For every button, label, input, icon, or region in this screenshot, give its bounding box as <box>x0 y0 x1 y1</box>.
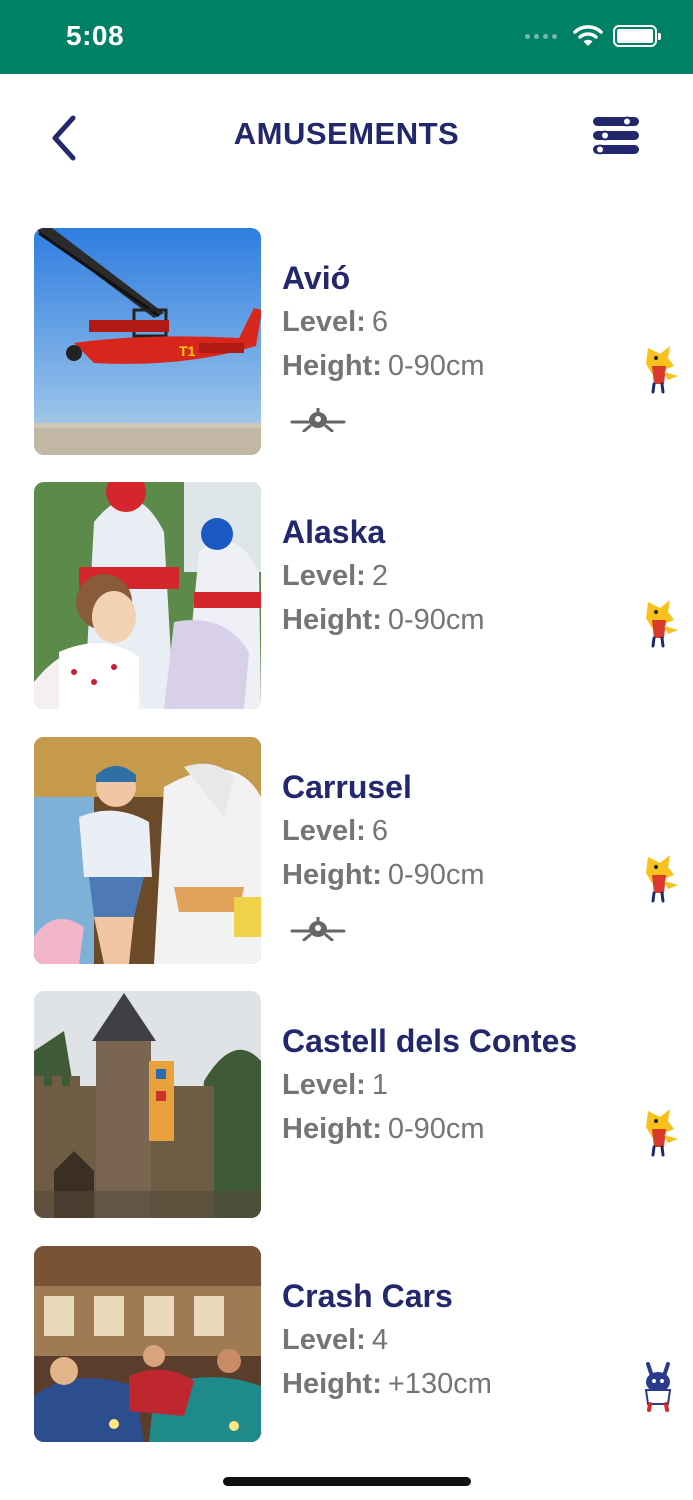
ride-photo <box>34 991 261 1218</box>
status-time: 5:08 <box>66 20 125 51</box>
ride-name: Carrusel <box>282 769 412 805</box>
yellow-mascot-icon <box>646 1109 678 1157</box>
yellow-mascot-icon <box>646 346 678 394</box>
ride-level: Level: 2 <box>282 560 388 592</box>
ride-height: Height: 0-90cm <box>282 604 485 636</box>
plane-icon <box>290 408 346 432</box>
list-item[interactable]: Castell dels Contes Level: 1 Height: 0-90c… <box>0 991 693 1219</box>
ride-height: Height: 0-90cm <box>282 859 485 891</box>
ride-height: Height: 0-90cm <box>282 350 485 382</box>
svg-text:T1: T1 <box>179 343 196 359</box>
battery-icon <box>613 25 661 47</box>
ride-level: Level: 1 <box>282 1069 388 1101</box>
wifi-icon <box>573 25 603 46</box>
ride-name: Crash Cars <box>282 1278 453 1314</box>
ride-level: Level: 6 <box>282 815 388 847</box>
list-item[interactable]: Carrusel Level: 6 Height: 0-90cm <box>0 737 693 965</box>
ride-name: Castell dels Contes <box>282 1023 578 1059</box>
yellow-mascot-icon <box>646 600 678 648</box>
yellow-mascot-icon <box>646 855 678 903</box>
filter-button[interactable] <box>590 112 642 158</box>
ride-photo <box>34 482 261 709</box>
plane-icon <box>290 917 346 941</box>
list-item[interactable]: Alaska Level: 2 Height: 0-90cm <box>0 482 693 710</box>
ride-name: Avió <box>282 260 351 296</box>
blue-mascot-icon <box>644 1362 672 1412</box>
signal-icon <box>525 33 557 39</box>
ride-photo <box>34 1246 261 1442</box>
header: AMUSEMENTS <box>0 74 693 200</box>
ride-height: Height: 0-90cm <box>282 1113 485 1145</box>
sliders-icon <box>593 116 639 155</box>
ride-level: Level: 4 <box>282 1324 388 1356</box>
ride-height: Height: +130cm <box>282 1368 492 1400</box>
status-icons <box>525 24 661 48</box>
home-indicator[interactable] <box>223 1477 471 1486</box>
list-item[interactable]: Crash Cars Level: 4 Height: +130cm <box>0 1246 693 1474</box>
ride-photo: T1 <box>34 228 261 455</box>
ride-photo <box>34 737 261 964</box>
status-bar: 5:08 <box>0 0 693 74</box>
list-item[interactable]: T1 Avió Level: 6 Height: 0-90cm <box>0 228 693 456</box>
ride-level: Level: 6 <box>282 306 388 338</box>
ride-name: Alaska <box>282 514 386 550</box>
